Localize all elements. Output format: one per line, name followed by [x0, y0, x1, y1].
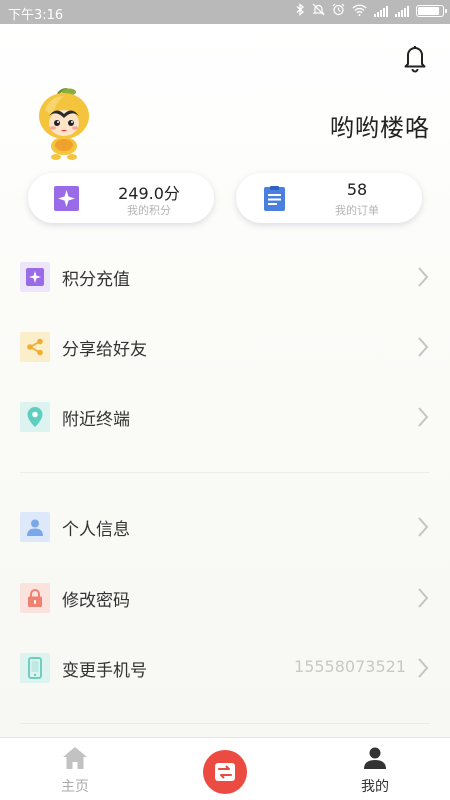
username: 哟哟楼咯: [330, 114, 430, 142]
points-label: 我的积分: [127, 204, 171, 217]
lock-icon: [20, 583, 50, 613]
points-card[interactable]: 249.0分 我的积分: [28, 173, 214, 223]
menu-item-label: 修改密码: [62, 591, 130, 611]
menu-item-change-phone[interactable]: 变更手机号 15558073521: [0, 642, 450, 694]
points-value: 249.0分: [118, 184, 180, 203]
tab-label: 主页: [61, 779, 89, 795]
battery-fill: [418, 7, 439, 15]
tab-label: 我的: [361, 779, 389, 795]
avatar[interactable]: [36, 86, 92, 162]
sparkle-icon: [20, 262, 50, 292]
exchange-icon: [215, 763, 235, 781]
sparkle-icon: [54, 186, 79, 211]
signal-icon: [374, 5, 388, 17]
status-bar: 下午3:16: [0, 0, 450, 24]
battery-icon: [416, 5, 447, 17]
share-icon: [20, 332, 50, 362]
menu-item-label: 分享给好友: [62, 340, 147, 360]
divider: [20, 472, 430, 473]
mute-icon: [312, 3, 325, 19]
menu-item-label: 积分充值: [62, 270, 130, 290]
chevron-right-icon: [418, 407, 429, 427]
menu-item-label: 变更手机号: [62, 661, 147, 681]
menu-item-label: 附近终端: [62, 410, 130, 430]
chevron-right-icon: [418, 517, 429, 537]
bluetooth-icon: [296, 3, 305, 19]
chevron-right-icon: [418, 658, 429, 678]
chevron-right-icon: [418, 337, 429, 357]
location-pin-icon: [20, 402, 50, 432]
divider: [20, 723, 430, 724]
bell-icon[interactable]: [400, 42, 430, 74]
person-icon: [20, 512, 50, 542]
status-time: 下午3:16: [8, 8, 64, 23]
home-icon: [63, 747, 87, 769]
orders-value: 58: [346, 180, 368, 199]
tab-mine[interactable]: 我的: [335, 738, 415, 800]
status-icons: [296, 3, 447, 19]
phone-number: 15558073521: [294, 657, 406, 676]
alarm-icon: [332, 3, 345, 19]
bottom-tab-bar: 主页 我的: [0, 737, 450, 800]
center-action-button[interactable]: [203, 750, 247, 794]
signal-icon-2: [395, 5, 409, 17]
menu-item-personal-info[interactable]: 个人信息: [0, 501, 450, 553]
tab-home[interactable]: 主页: [35, 738, 115, 800]
menu-item-share[interactable]: 分享给好友: [0, 321, 450, 373]
menu-item-change-password[interactable]: 修改密码: [0, 572, 450, 624]
orders-label: 我的订单: [335, 204, 379, 217]
menu-item-points-recharge[interactable]: 积分充值: [0, 251, 450, 303]
phone-icon: [20, 653, 50, 683]
chevron-right-icon: [418, 267, 429, 287]
profile-page: 哟哟楼咯 249.0分 我的积分 58 我的订单 积分充值 分享给好友 附近终端…: [0, 24, 450, 737]
orders-card[interactable]: 58 我的订单: [236, 173, 422, 223]
chevron-right-icon: [418, 588, 429, 608]
menu-item-label: 个人信息: [62, 520, 130, 540]
wifi-icon: [352, 4, 367, 19]
clipboard-icon: [262, 186, 287, 211]
menu-item-nearby-terminals[interactable]: 附近终端: [0, 391, 450, 443]
person-icon: [364, 747, 386, 769]
